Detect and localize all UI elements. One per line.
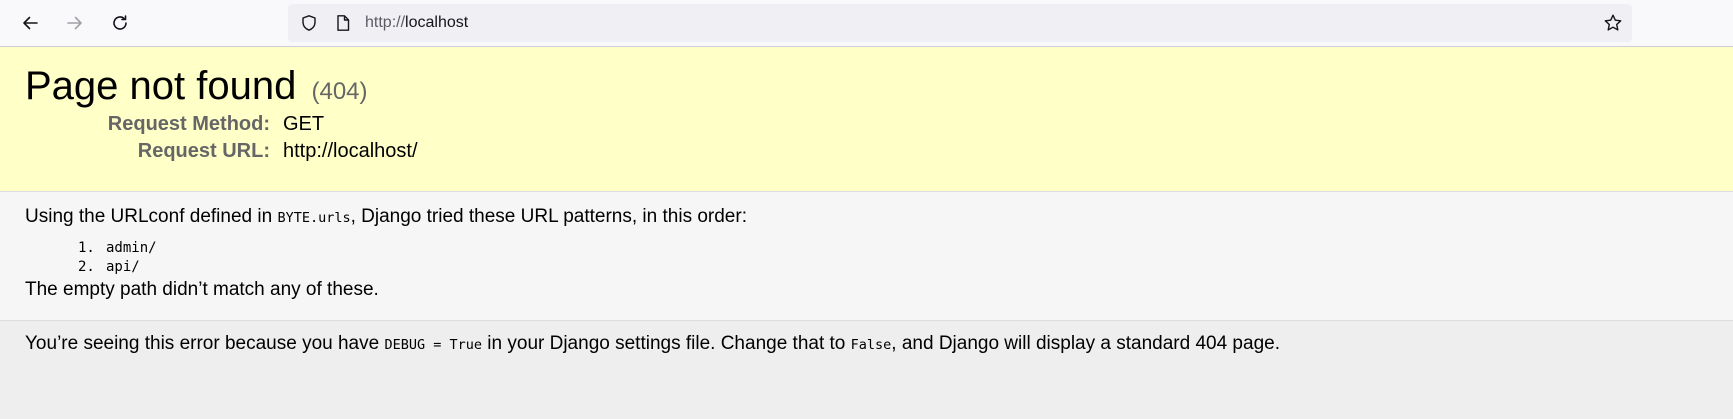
browser-toolbar: http://localhost [0, 0, 1733, 47]
info-section: Using the URLconf defined in BYTE.urls, … [0, 192, 1733, 321]
request-method-value: GET [283, 113, 325, 135]
debug-explanation: You’re seeing this error because you hav… [25, 333, 1280, 354]
list-item: 2. api/ [78, 259, 140, 275]
shield-icon[interactable] [300, 14, 318, 32]
request-url-label: Request URL: [137, 140, 270, 162]
no-match-message: The empty path didn’t match any of these… [25, 279, 379, 300]
explanation-section: You’re seeing this error because you hav… [0, 321, 1733, 419]
forward-button[interactable] [58, 6, 92, 40]
error-summary: Page not found (404) Request Method: GET… [0, 47, 1733, 192]
list-item: 1. admin/ [78, 240, 157, 256]
arrow-left-icon [23, 16, 38, 30]
star-icon [1604, 14, 1622, 31]
urlconf-intro: Using the URLconf defined in BYTE.urls, … [25, 206, 747, 227]
url-text[interactable]: http://localhost [365, 4, 468, 42]
request-method-label: Request Method: [107, 113, 270, 135]
url-patterns-list: 1. admin/ 2. api/ [78, 239, 157, 277]
reload-icon [113, 15, 127, 30]
urlconf-module: BYTE.urls [277, 210, 351, 226]
address-bar[interactable]: http://localhost [288, 4, 1632, 42]
bookmark-star-button[interactable] [1603, 13, 1623, 33]
page-info-icon[interactable] [334, 14, 352, 32]
page-title: Page not found (404) [25, 64, 368, 108]
back-button[interactable] [13, 6, 47, 40]
status-code: (404) [311, 78, 368, 105]
reload-button[interactable] [103, 6, 137, 40]
page-content: Page not found (404) Request Method: GET… [0, 47, 1733, 419]
request-url-value: http://localhost/ [283, 140, 418, 162]
arrow-right-icon [67, 16, 82, 30]
